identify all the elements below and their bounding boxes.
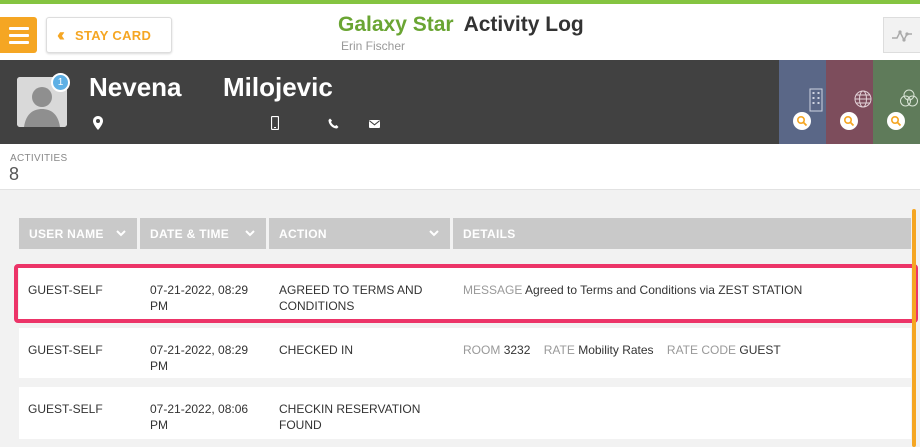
guest-first-name: Nevena	[89, 72, 182, 102]
row-action: CHECKIN RESERVATION FOUND	[279, 401, 420, 433]
top-bar: ‹‹ STAY CARD Galaxy Star Activity Log Eri…	[0, 0, 920, 60]
stay-card-button[interactable]: ‹‹ STAY CARD	[46, 17, 172, 53]
column-header-date-time[interactable]: DATE & TIME	[140, 218, 266, 249]
double-chevron-left-icon: ‹‹	[57, 24, 65, 45]
current-user-name: Erin Fischer	[341, 39, 406, 53]
activity-summary: ACTIVITIES 8	[0, 144, 920, 190]
email-icon[interactable]	[369, 120, 380, 128]
guest-last-name: Milojevic	[223, 72, 333, 102]
row-date-line: 07-21-2022, 08:29	[150, 343, 249, 357]
chevron-down-icon	[245, 230, 255, 237]
row-date-line: 07-21-2022, 08:06	[150, 402, 249, 416]
row-action-line: CHECKIN RESERVATION	[279, 402, 421, 416]
row-date-line: 07-21-2022, 08:29	[150, 283, 249, 297]
detail-value: Mobility Rates	[578, 343, 654, 357]
row-user: GUEST-SELF	[28, 402, 103, 416]
mobile-phone-icon[interactable]	[271, 116, 279, 130]
column-header-label: ACTION	[279, 226, 327, 241]
guest-header: 1 Nevena Milojevic	[0, 60, 920, 144]
table-row[interactable]: GUEST-SELF 07-21-2022, 08:29 PM AGREED T…	[19, 268, 911, 320]
row-action-line: FOUND	[279, 418, 322, 432]
detail-label: RATE CODE	[666, 343, 737, 357]
detail-label: MESSAGE	[463, 283, 523, 297]
page-title: Activity Log	[463, 13, 584, 36]
hotel-name: Galaxy Star	[338, 13, 454, 36]
row-date: 07-21-2022, 08:29 PM	[150, 282, 248, 314]
activity-table: USER NAME DATE & TIME ACTION DETAILS GUE…	[0, 191, 920, 447]
hamburger-icon-line	[8, 40, 29, 44]
detail-value: GUEST	[739, 343, 781, 357]
table-row[interactable]: GUEST-SELF 07-21-2022, 08:29 PM CHECKED …	[19, 328, 911, 378]
hamburger-icon-line	[8, 26, 29, 30]
group-tab[interactable]	[873, 60, 920, 144]
row-details: MESSAGE Agreed to Terms and Conditions v…	[463, 282, 802, 298]
detail-value: 3232	[503, 343, 531, 357]
column-header-action[interactable]: ACTION	[269, 218, 450, 249]
table-row[interactable]: GUEST-SELF 07-21-2022, 08:06 PM CHECKIN …	[19, 387, 911, 439]
search-icon	[793, 112, 811, 130]
search-icon	[887, 112, 905, 130]
detail-value: Agreed to Terms and Conditions via ZEST …	[525, 283, 803, 297]
row-date-line: PM	[150, 359, 168, 373]
row-date-line: PM	[150, 418, 168, 432]
column-header-label: DETAILS	[463, 226, 516, 241]
row-action-line: CONDITIONS	[279, 299, 355, 313]
row-date-line: PM	[150, 299, 168, 313]
circles-icon	[900, 89, 918, 107]
row-action: AGREED TO TERMS AND CONDITIONS	[279, 282, 422, 314]
chevron-down-icon	[429, 230, 439, 237]
row-action: CHECKED IN	[279, 342, 353, 358]
guest-badge: 1	[51, 73, 70, 92]
phone-icon[interactable]	[328, 118, 339, 129]
globe-tab[interactable]	[826, 60, 873, 144]
hotel-tab[interactable]	[779, 60, 826, 144]
row-user: GUEST-SELF	[28, 343, 103, 357]
activities-label: ACTIVITIES	[10, 153, 68, 164]
detail-label: ROOM	[463, 343, 501, 357]
search-icon	[840, 112, 858, 130]
title: Galaxy Star Activity Log	[338, 13, 584, 37]
column-header-label: DATE & TIME	[150, 226, 230, 241]
row-user: GUEST-SELF	[28, 283, 103, 297]
globe-icon	[854, 90, 872, 108]
row-action-line: CHECKED IN	[279, 343, 354, 357]
menu-button[interactable]	[0, 17, 37, 53]
activity-graph-icon	[892, 30, 912, 42]
hamburger-icon-line	[8, 33, 29, 37]
chevron-down-icon	[116, 230, 126, 237]
row-details: ROOM 3232 RATE Mobility Rates RATE CODE …	[463, 342, 781, 358]
location-icon[interactable]	[93, 116, 103, 130]
row-action-line: AGREED TO TERMS AND	[279, 283, 423, 297]
stay-card-label: STAY CARD	[75, 27, 152, 43]
row-date: 07-21-2022, 08:06 PM	[150, 401, 248, 433]
activities-count: 8	[9, 164, 20, 184]
row-date: 07-21-2022, 08:29 PM	[150, 342, 248, 374]
column-header-label: USER NAME	[29, 226, 104, 241]
detail-label: RATE	[543, 343, 575, 357]
activity-graph-button[interactable]	[883, 17, 920, 53]
guest-tabs	[779, 60, 920, 144]
column-header-user-name[interactable]: USER NAME	[19, 218, 137, 249]
scrollbar[interactable]	[912, 209, 916, 447]
column-header-details: DETAILS	[453, 218, 911, 249]
building-icon	[809, 88, 823, 112]
